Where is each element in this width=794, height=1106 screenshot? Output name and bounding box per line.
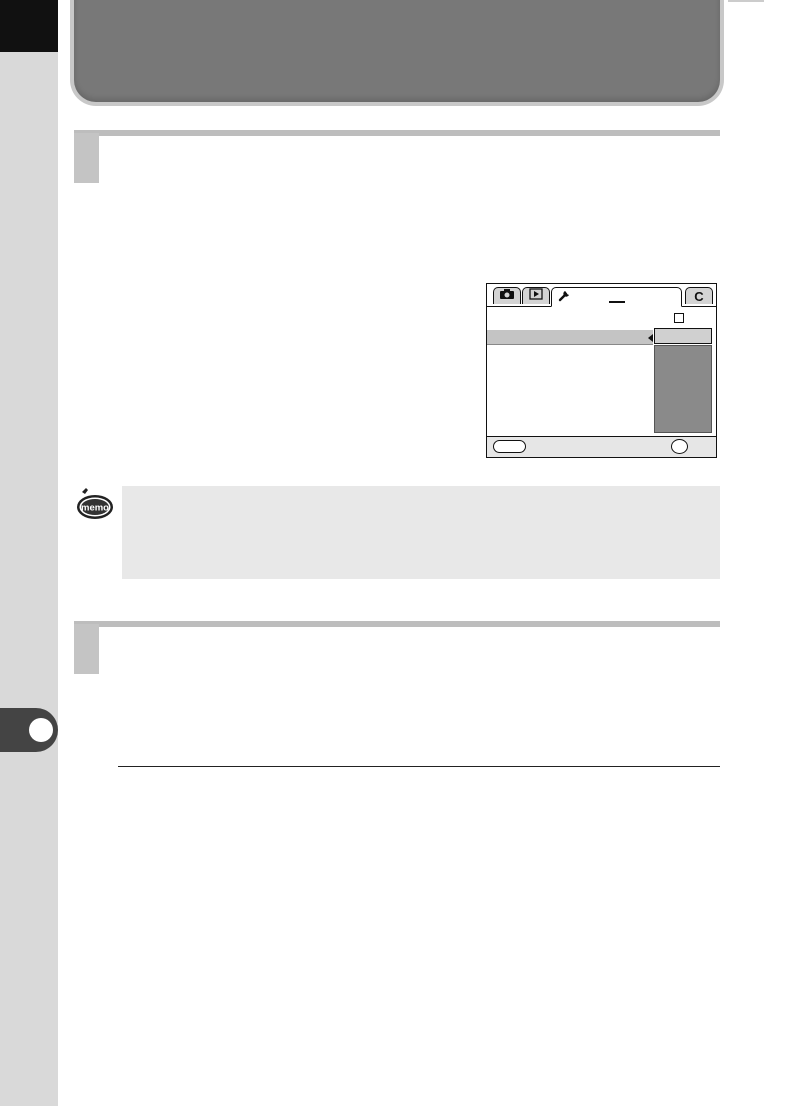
ok-button-icon — [671, 439, 688, 454]
tab-capture — [493, 287, 521, 304]
memo-panel — [122, 486, 720, 579]
menu-tabs: C — [487, 284, 716, 307]
top-edge-mark — [728, 0, 764, 2]
custom-tab-label: C — [694, 288, 704, 304]
left-margin-strip — [0, 0, 58, 1106]
camera-menu-screen: C — [486, 283, 717, 458]
chapter-tab-dot — [29, 718, 53, 742]
section-2-marker — [74, 624, 99, 674]
arrow-left-icon — [648, 334, 653, 342]
tab-custom: C — [685, 287, 713, 304]
memo-icon: memo — [74, 486, 114, 522]
popup-option-list — [654, 345, 712, 433]
tab-playback — [522, 287, 550, 304]
popup-selected-option — [654, 328, 712, 344]
camera-icon — [499, 287, 515, 305]
section-1-bar — [74, 130, 720, 136]
checkbox — [674, 313, 684, 323]
divider-line — [118, 766, 720, 767]
screen-footer — [487, 436, 716, 457]
chapter-header-banner — [74, 0, 720, 102]
memo-icon-label: memo — [81, 503, 109, 514]
menu-button-icon — [493, 440, 526, 453]
playback-icon — [529, 287, 543, 305]
page-indicator — [609, 301, 625, 303]
tab-setup — [551, 287, 682, 307]
corner-block — [0, 0, 58, 52]
wrench-icon — [558, 288, 572, 307]
section-1-marker — [74, 133, 99, 183]
section-2-bar — [74, 621, 720, 627]
selected-menu-row — [487, 330, 653, 345]
